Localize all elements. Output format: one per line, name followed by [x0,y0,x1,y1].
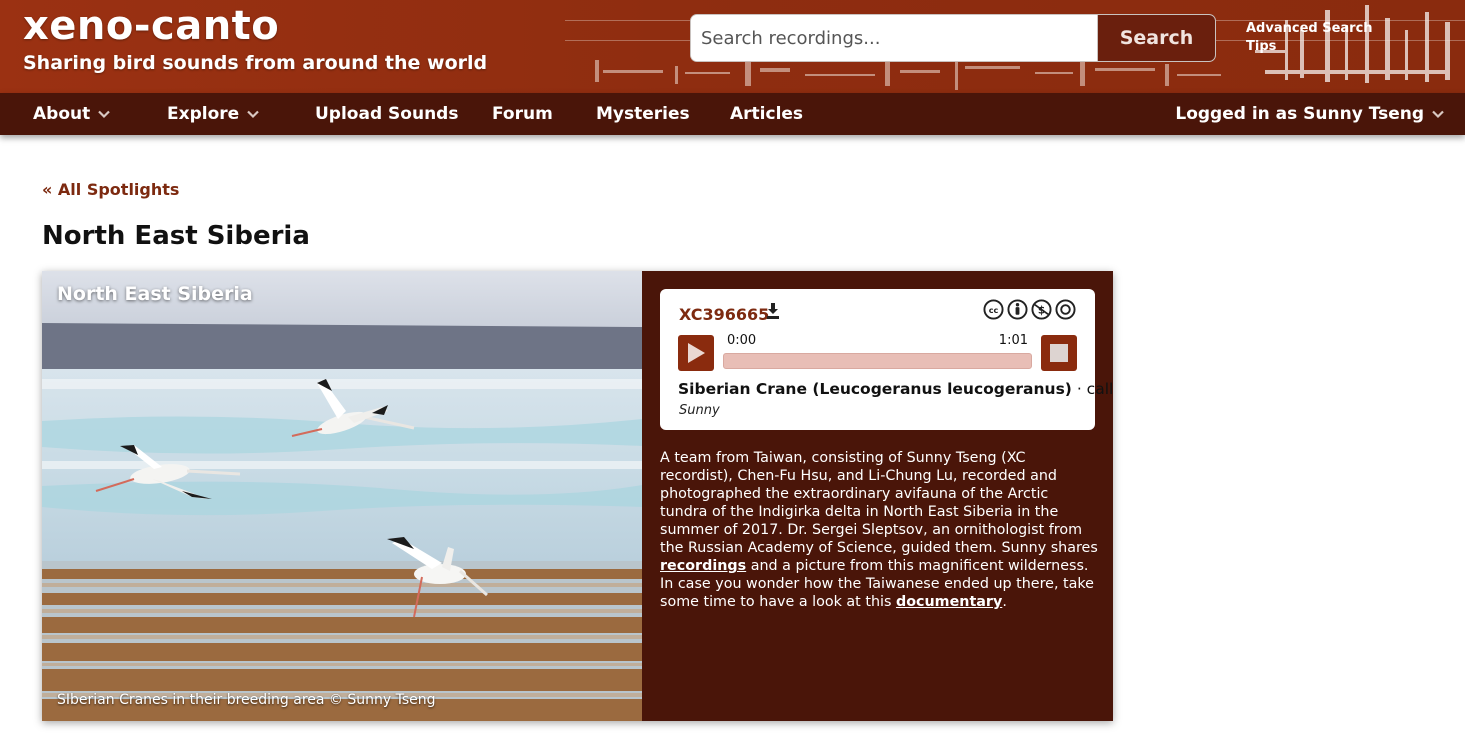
spotlight-panel: XC396665 cc $ [642,271,1113,721]
cc-icon: cc [983,299,1004,320]
search-form: Search [690,14,1216,62]
audio-player: XC396665 cc $ [660,289,1113,430]
tips-link[interactable]: Tips [1246,38,1373,56]
user-menu[interactable]: Logged in as Sunny Tseng [1175,93,1446,135]
recordist-name: Sunny [679,403,720,418]
recordings-link[interactable]: recordings [660,558,746,574]
spotlight-description: A team from Taiwan, consisting of Sunny … [660,449,1100,611]
description-text-3: . [1002,594,1007,610]
masthead: xeno-canto Sharing bird sounds from arou… [0,0,1465,93]
play-icon [688,343,705,363]
advanced-search-link[interactable]: Advanced Search [1246,20,1373,38]
all-spotlights-link[interactable]: « All Spotlights [42,180,179,199]
nav-explore[interactable]: Explore [167,93,261,135]
nav-about[interactable]: About [33,93,112,135]
sound-type: call [1086,380,1114,398]
species-name[interactable]: Siberian Crane (Leucogeranus leucogeranu… [678,380,1072,398]
play-button[interactable] [678,335,714,371]
chevron-down-icon [247,110,259,119]
progress-bar[interactable] [723,353,1032,369]
site-tagline: Sharing bird sounds from around the worl… [23,52,488,74]
chevron-down-icon [1432,110,1444,119]
time-current: 0:00 [727,333,757,348]
site-title[interactable]: xeno-canto [23,3,279,49]
sa-icon [1055,299,1076,320]
nav-upload-sounds[interactable]: Upload Sounds [315,93,458,135]
svg-text:cc: cc [989,305,999,315]
search-button[interactable]: Search [1097,15,1215,61]
photo-caption: SIberian Cranes in their breeding area ©… [57,692,436,708]
time-total: 1:01 [998,333,1028,348]
main-nav: About Explore Upload Sounds Forum Myster… [0,93,1465,135]
nav-articles[interactable]: Articles [730,93,803,135]
nav-explore-label: Explore [167,104,240,124]
search-links: Advanced Search Tips [1246,20,1373,56]
nav-forum[interactable]: Forum [492,93,553,135]
nc-icon: $ [1031,299,1052,320]
species-line: Siberian Crane (Leucogeranus leucogeranu… [678,380,1113,398]
spotlight-card: North East Siberia SIberian Cranes in th… [42,271,1113,721]
nav-about-label: About [33,104,91,124]
search-input[interactable] [691,15,1097,61]
chevron-down-icon [98,110,111,119]
siberian-cranes-photo [42,271,642,721]
spotlight-photo: North East Siberia SIberian Cranes in th… [42,271,642,721]
download-icon[interactable] [765,302,781,320]
species-separator: · [1071,380,1087,398]
stop-button[interactable] [1041,335,1077,371]
recording-link[interactable]: XC396665 [679,305,769,324]
stop-icon [1050,344,1068,362]
license-icons[interactable]: cc $ [983,299,1076,320]
photo-title: North East Siberia [57,283,253,305]
documentary-link[interactable]: documentary [896,594,1002,610]
page-title: North East Siberia [42,221,310,251]
description-text-1: A team from Taiwan, consisting of Sunny … [660,450,1098,556]
nav-mysteries[interactable]: Mysteries [596,93,690,135]
user-menu-label: Logged in as Sunny Tseng [1175,104,1424,124]
by-icon [1007,299,1028,320]
